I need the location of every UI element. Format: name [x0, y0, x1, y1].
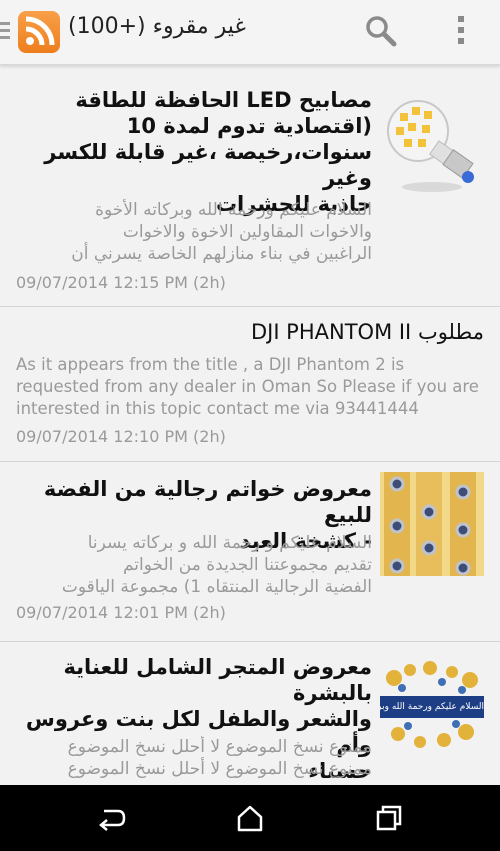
article-snippet: السلام عليكم ورحمة الله وبركاته الأخوة و… [71, 200, 372, 264]
action-bar: غير مقروء (+100) [0, 0, 500, 65]
article-list: مصابيح LED الحافظة للطاقة (اقتصادية تدوم… [0, 77, 500, 785]
article-date: 09/07/2014 12:01 PM (2h) [16, 603, 226, 622]
article-snippet: السلام عليكم و رحمة الله و بركاته يسرنا … [61, 533, 372, 597]
list-item[interactable]: مصابيح LED الحافظة للطاقة (اقتصادية تدوم… [0, 77, 500, 307]
greeting-banner-image: السلام عليكم ورحمة الله وبركاته [380, 658, 484, 754]
back-icon[interactable] [96, 803, 126, 833]
article-date: 09/07/2014 12:10 PM (2h) [16, 427, 226, 446]
article-title: مصابيح LED الحافظة للطاقة (اقتصادية تدوم… [44, 88, 372, 216]
home-icon[interactable] [235, 803, 265, 833]
silver-rings-image [380, 472, 484, 576]
rss-icon[interactable] [18, 11, 60, 53]
nav-drawer-icon[interactable] [0, 22, 10, 43]
system-navigation-bar [0, 785, 500, 851]
search-icon[interactable] [364, 14, 398, 52]
overflow-menu-icon[interactable] [452, 14, 470, 52]
recent-apps-icon[interactable] [374, 803, 404, 833]
page-title: غير مقروء (+100) [68, 14, 246, 39]
list-item[interactable]: مطلوب DJI PHANTOM II As it appears from … [0, 307, 500, 462]
led-bulb-image [380, 91, 484, 195]
list-item[interactable]: السلام عليكم ورحمة الله وبركاته معروض ال… [0, 642, 500, 785]
article-snippet: ممنوع نسخ الموضوع لا أحلل نسخ الموضوع مم… [67, 737, 372, 779]
greeting-banner-text: السلام عليكم ورحمة الله وبركاته [380, 702, 484, 712]
article-title: مطلوب DJI PHANTOM II [250, 320, 484, 344]
article-date: 09/07/2014 12:15 PM (2h) [16, 273, 226, 292]
article-snippet: As it appears from the title , a DJI Pha… [16, 355, 479, 418]
list-item[interactable]: معروض خواتم رجالية من الفضة للبيع - كشخة… [0, 462, 500, 642]
